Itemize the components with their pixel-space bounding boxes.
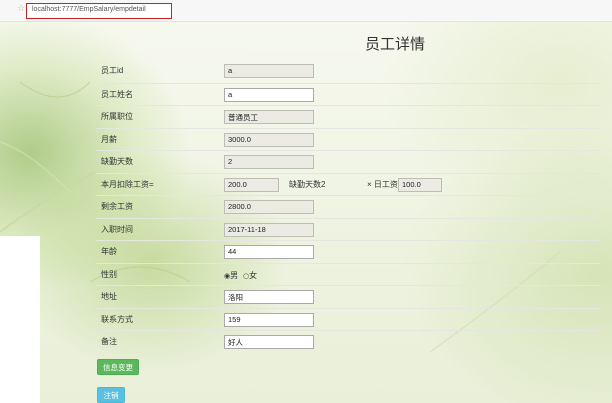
gender-male-radio[interactable]: ◉男 [224,270,238,281]
remaining-salary-label: 剩余工资 [101,202,133,211]
row-monthly-salary: 月薪 3000.0 [96,127,600,151]
hire-date-field[interactable]: 2017-11-18 [224,222,314,237]
position-label: 所属职位 [101,112,133,121]
absent-days-label: 缺勤天数 [101,157,133,166]
row-emp-id: 员工id a [96,60,600,83]
gender-label: 性别 [101,269,117,279]
row-remaining-salary: 剩余工资 2800.0 [96,195,600,218]
page-title: 员工详情 [364,35,425,53]
row-absent-days: 缺勤天数 2 [96,150,600,173]
row-age: 年龄 44 [96,240,600,263]
contact-label: 联系方式 [101,314,133,324]
deduction-field[interactable]: 200.0 [224,177,279,192]
row-address: 地址 洛阳 [96,285,600,308]
row-position: 所属职位 普通员工 [96,105,600,128]
contact-field[interactable]: 159 [224,312,314,327]
star-icon[interactable]: ☆ [17,4,25,14]
absent-days-field[interactable]: 2 [224,155,314,169]
hire-date-label: 入职时间 [101,224,133,234]
age-label: 年龄 [101,247,117,256]
deduction-absent-text: 缺勤天数2 [289,179,326,189]
emp-id-label: 员工id [101,66,124,75]
deduction-label: 本月扣除工资= [101,179,154,189]
browser-address-bar: ☆ localhost:7777/EmpSalary/empdetail [0,0,612,22]
deduction-times-text: × 日工资 [367,179,398,189]
age-field[interactable]: 44 [224,245,314,259]
monthly-salary-field[interactable]: 3000.0 [224,132,314,147]
url-field[interactable]: localhost:7777/EmpSalary/empdetail [26,3,172,19]
gender-male-label: 男 [230,270,239,280]
gender-female-radio[interactable]: ○女 [243,270,257,281]
row-contact: 联系方式 159 [96,307,600,331]
row-emp-name: 员工姓名 a [96,82,600,106]
row-remark: 备注 好人 [96,330,600,353]
remark-field[interactable]: 好人 [224,335,314,349]
update-info-button[interactable]: 信息变更 [97,359,139,375]
position-field[interactable]: 普通员工 [224,110,314,124]
address-label: 地址 [101,292,117,301]
address-field[interactable]: 洛阳 [224,290,314,304]
emp-name-label: 员工姓名 [101,89,133,99]
emp-id-field[interactable]: a [224,64,314,78]
daily-wage-field[interactable]: 100.0 [398,177,442,192]
row-deduction: 本月扣除工资= 200.0 缺勤天数2 × 日工资 100.0 [96,172,600,196]
cancel-button[interactable]: 注销 [97,387,125,403]
employee-detail-form: 员工id a 员工姓名 a 所属职位 普通员工 月薪 3000.0 缺勤天数 2… [96,60,600,353]
page-white-edge [0,236,40,403]
remaining-salary-field[interactable]: 2800.0 [224,200,314,214]
emp-name-field[interactable]: a [224,87,314,102]
gender-female-label: 女 [249,270,258,280]
row-gender: 性别 ◉男 ○女 [96,262,600,286]
row-hire-date: 入职时间 2017-11-18 [96,217,600,241]
monthly-salary-label: 月薪 [101,134,117,144]
remark-label: 备注 [101,337,117,346]
